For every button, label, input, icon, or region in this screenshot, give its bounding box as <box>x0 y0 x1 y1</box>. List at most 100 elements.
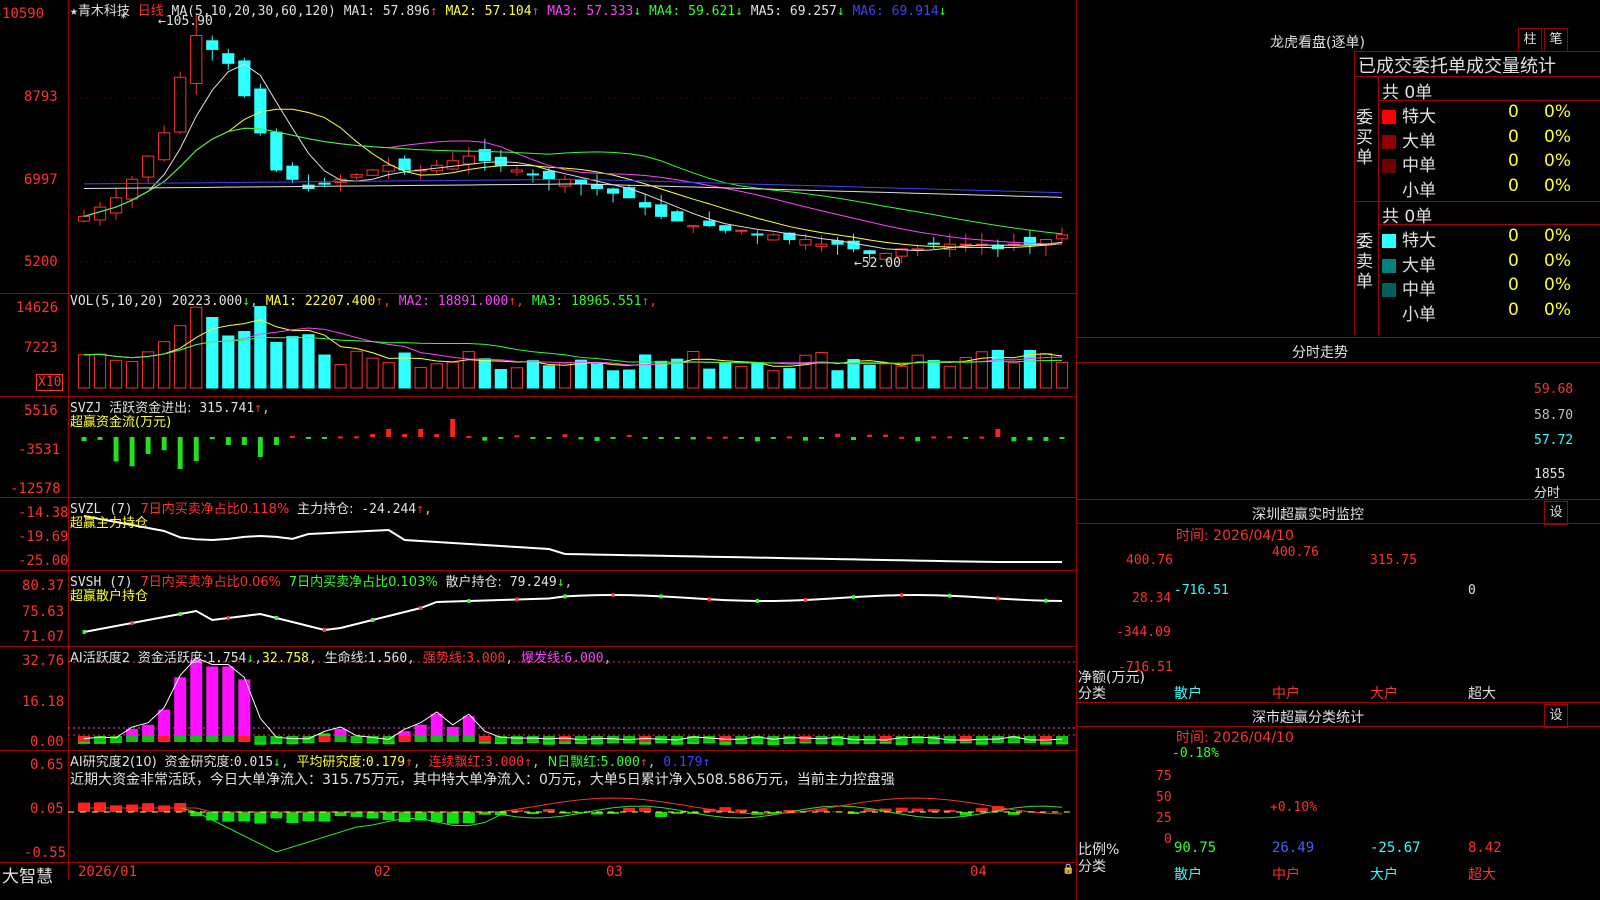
flow-bar <box>594 437 600 441</box>
activity-base <box>783 736 796 742</box>
buy-total: 共 0单 <box>1382 83 1433 103</box>
research-bar <box>975 808 988 812</box>
candle <box>526 173 540 176</box>
volume-bar <box>687 350 700 389</box>
research-bar <box>350 812 363 818</box>
brand-logo: 大智慧 <box>2 867 53 887</box>
lock-icon[interactable]: 🔒 <box>1062 864 1074 875</box>
order-count: 0 <box>1508 226 1519 246</box>
order-pct: 0% <box>1544 102 1571 122</box>
research-bar <box>382 812 395 821</box>
volume-bar <box>767 370 780 389</box>
flow-bar <box>530 437 536 439</box>
lhkp-title: 龙虎看盘(逐单) <box>1270 35 1365 51</box>
y-tick: 0 <box>1164 832 1172 847</box>
vol-ma-value-1: 22207.400 <box>297 294 376 309</box>
flow-bar <box>434 434 440 437</box>
y-tick: 8793 <box>24 89 58 105</box>
retail-marker <box>900 593 904 598</box>
retail-marker <box>323 628 326 632</box>
volume-bar <box>414 366 427 389</box>
x-tick: 02 <box>374 864 391 880</box>
ss-bar-value: 90.75 <box>1174 840 1217 856</box>
research-bar <box>318 812 331 822</box>
flow-bar <box>979 436 985 439</box>
volume-bar <box>911 354 924 389</box>
order-count: 0 <box>1508 126 1519 147</box>
y-tick: 0.05 <box>30 801 64 817</box>
activity-bar <box>542 741 555 745</box>
star-icon[interactable]: ★ <box>70 4 78 19</box>
fs-tick: 59.68 <box>1534 382 1574 397</box>
flow-bar <box>450 419 456 437</box>
vol-unit-button[interactable]: X10 <box>36 374 64 391</box>
order-type: 大单 <box>1402 131 1436 152</box>
volume-bar <box>382 362 395 389</box>
divider <box>1076 702 1600 703</box>
ss-bar-change: +0.10% <box>1270 800 1317 815</box>
ai2-arrow3: ↑ <box>524 755 532 770</box>
stock-name: 青木科技 <box>77 4 130 19</box>
ma-label-6: MA6: <box>852 4 884 19</box>
ai1-value2: 32.758 <box>262 651 309 666</box>
vol-ma-arrow-3: ↑, <box>641 294 658 309</box>
kline-chart-area[interactable]: * <box>0 0 1076 880</box>
tick-mode-button[interactable]: 笔 <box>1544 28 1568 52</box>
flow-bar <box>145 437 151 455</box>
order-row: 大单 <box>1382 251 1436 276</box>
candle <box>863 250 876 254</box>
flow-bar <box>81 437 87 442</box>
activity-base <box>478 736 491 742</box>
ma-arrow-2: ↑ <box>531 4 548 19</box>
candle <box>318 182 331 185</box>
sz-settings-button[interactable]: 设 <box>1544 501 1568 525</box>
activity-base <box>1039 736 1052 742</box>
fs-tick: 58.70 <box>1534 408 1574 423</box>
y-tick: 0.65 <box>30 757 64 773</box>
volume-bar <box>190 306 203 389</box>
ai1-arrow1: ↓ <box>246 651 255 666</box>
sell-side-label: 委卖单 <box>1356 232 1373 292</box>
y-tick: 5200 <box>24 254 58 270</box>
svzl-label: 主力持仓: <box>297 502 354 517</box>
ai2-value1: 0.015 <box>233 755 274 770</box>
ma-value-2: 57.104 <box>476 4 532 19</box>
vol-ma-label-2: MA2: <box>398 294 431 309</box>
ai2-arrow5: ↑ <box>702 755 711 770</box>
bar-mode-button[interactable]: 柱 <box>1518 28 1542 52</box>
ss-settings-button[interactable]: 设 <box>1544 704 1568 728</box>
flow-bar <box>1043 437 1049 441</box>
retail-marker <box>82 630 86 634</box>
ai2-value5: 0.179 <box>663 755 703 770</box>
ai2-title: AI研究度2(10) <box>70 755 157 770</box>
candle <box>350 174 363 178</box>
volume-bar <box>286 336 299 389</box>
activity-base <box>462 736 475 742</box>
vol-ma-label-1: MA1: <box>265 294 297 309</box>
retail-marker <box>755 598 759 603</box>
research-bar <box>639 807 652 812</box>
activity-base <box>190 736 203 742</box>
color-swatch <box>1382 183 1396 198</box>
ma-arrow-6: ↓ <box>938 4 947 19</box>
flow-bar <box>305 437 311 439</box>
ai1-label5: 爆发线: <box>521 651 565 666</box>
ai1-header: AI活跃度2 资金活跃度:1.754↓,32.758, 生命线:1.560, 强… <box>70 651 612 666</box>
order-pct: 0% <box>1544 151 1571 171</box>
order-type: 特大 <box>1402 231 1436 251</box>
volume-bar <box>783 368 796 389</box>
activity-base <box>959 736 972 742</box>
activity-bar <box>671 741 684 745</box>
candle <box>206 40 219 50</box>
activity-base <box>318 736 331 742</box>
flow-bar <box>546 437 552 439</box>
activity-base <box>799 736 812 742</box>
flow-bar <box>129 437 135 467</box>
divider <box>1076 523 1600 524</box>
volume-bar <box>1007 362 1020 389</box>
order-type: 小单 <box>1402 180 1436 201</box>
ai2-arrow2: ↑ <box>405 755 413 770</box>
right-panel-divider <box>1076 0 1077 900</box>
sz-bar-value: 0 <box>1468 583 1476 598</box>
y-tick: 25 <box>1156 811 1172 826</box>
